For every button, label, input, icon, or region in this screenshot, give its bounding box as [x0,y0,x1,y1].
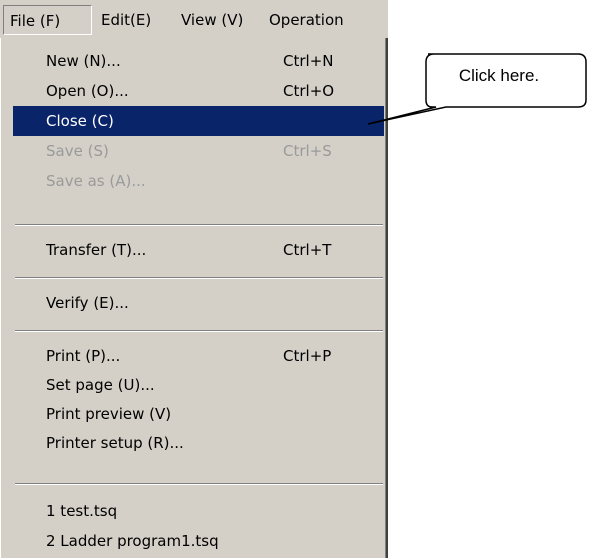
callout-text: Click here. [458,66,540,85]
callout-pointer [367,53,587,125]
